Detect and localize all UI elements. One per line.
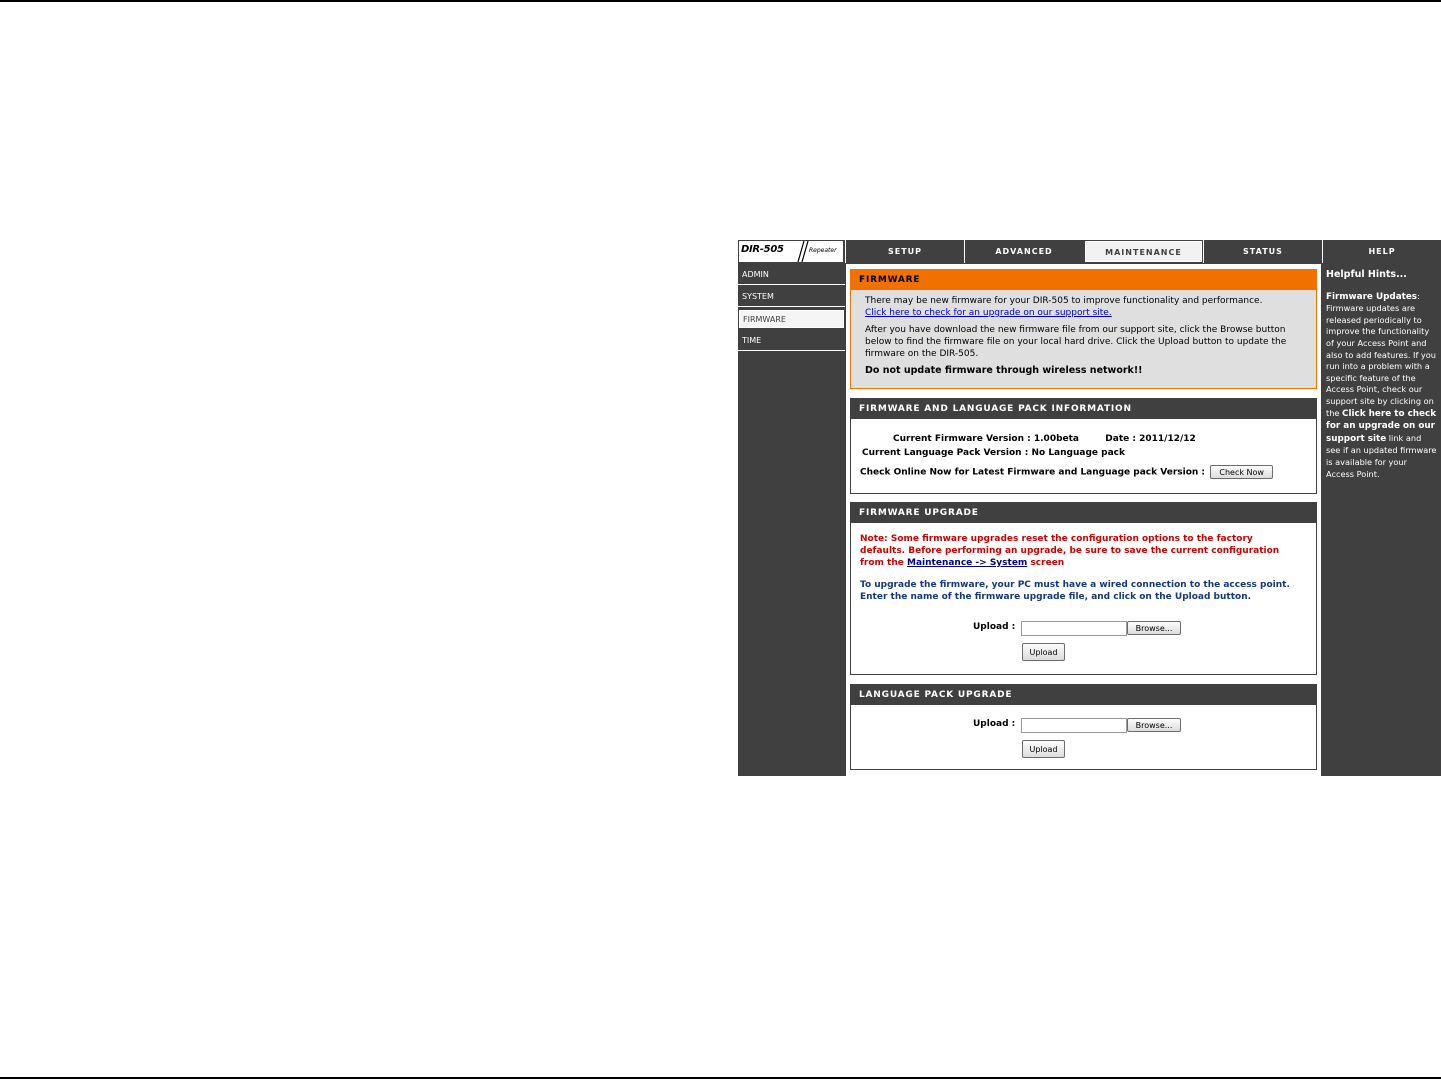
brand-logo: DIR-505 Repeater [739,241,843,262]
info-section-title: FIRMWARE AND LANGUAGE PACK INFORMATION [851,399,1316,419]
help-title: Helpful Hints... [1326,269,1407,280]
language-pack-title: LANGUAGE PACK UPGRADE [851,685,1316,705]
upgrade-note: Note: Some firmware upgrades reset the c… [860,534,1280,568]
firmware-instructions: After you have download the new firmware… [865,325,1287,359]
firmware-upload-label: Upload : [973,622,1016,632]
check-online-label: Check Online Now for Latest Firmware and… [860,467,1206,478]
main-content: FIRMWARE There may be new firmware for y… [846,264,1321,776]
date-value: 2011/12/12 [1139,434,1196,444]
language-pack-label: Current Language Pack Version : [862,448,1029,458]
sidebar-item-firmware[interactable]: FIRMWARE [738,309,845,329]
page-bottom-rule [0,1077,1441,1079]
page-top-rule [0,0,1441,2]
firmware-info-section: FIRMWARE AND LANGUAGE PACK INFORMATION C… [850,398,1317,494]
help-panel: Helpful Hints... Firmware Updates: Firmw… [1322,264,1441,776]
language-pack-section: LANGUAGE PACK UPGRADE Upload : Browse...… [850,684,1317,770]
check-now-button[interactable]: Check Now [1210,465,1274,479]
sidebar-item-system[interactable]: SYSTEM [738,287,845,307]
firmware-section-title: FIRMWARE [851,270,1316,290]
top-header: DIR-505 Repeater SETUP ADVANCED MAINTENA… [738,240,1441,263]
wireless-warning: Do not update firmware through wireless … [865,365,1143,376]
tab-help[interactable]: HELP [1322,240,1441,263]
firmware-version-value: 1.00beta [1033,434,1080,444]
tab-setup[interactable]: SETUP [845,240,964,263]
firmware-upload-button[interactable]: Upload [1022,643,1065,661]
firmware-upgrade-section: FIRMWARE UPGRADE Note: Some firmware upg… [850,502,1317,675]
model-subtitle: Repeater [809,247,837,254]
sidebar-item-time[interactable]: TIME [738,331,845,351]
sidebar-item-admin[interactable]: ADMIN [738,265,845,285]
sidebar: ADMIN SYSTEM FIRMWARE TIME [738,264,845,776]
wired-connection-info: To upgrade the firmware, your PC must ha… [860,580,1290,602]
firmware-upgrade-title: FIRMWARE UPGRADE [851,503,1316,523]
language-pack-value: No Language pack [1031,448,1125,458]
help-text: Firmware Updates: Firmware updates are r… [1326,290,1437,479]
language-browse-button[interactable]: Browse... [1127,718,1181,732]
date-label: Date : [1105,434,1136,444]
firmware-version-label: Current Firmware Version : [893,434,1031,444]
model-name: DIR-505 [741,244,784,255]
language-upload-button[interactable]: Upload [1022,740,1065,758]
firmware-section: FIRMWARE There may be new firmware for y… [850,269,1317,389]
firmware-intro: There may be new firmware for your DIR-5… [865,296,1263,306]
help-heading: Firmware Updates [1326,291,1418,302]
language-upload-label: Upload : [973,719,1016,729]
tab-maintenance[interactable]: MAINTENANCE [1084,240,1203,263]
tab-advanced[interactable]: ADVANCED [964,240,1083,263]
language-file-input[interactable] [1021,718,1127,733]
maintenance-system-link[interactable]: Maintenance -> System [907,558,1027,568]
firmware-file-input[interactable] [1021,621,1127,636]
firmware-browse-button[interactable]: Browse... [1127,621,1181,635]
support-site-link[interactable]: Click here to check for an upgrade on ou… [865,308,1112,318]
tab-status[interactable]: STATUS [1203,240,1322,263]
router-admin-screenshot: DIR-505 Repeater SETUP ADVANCED MAINTENA… [738,240,1441,776]
